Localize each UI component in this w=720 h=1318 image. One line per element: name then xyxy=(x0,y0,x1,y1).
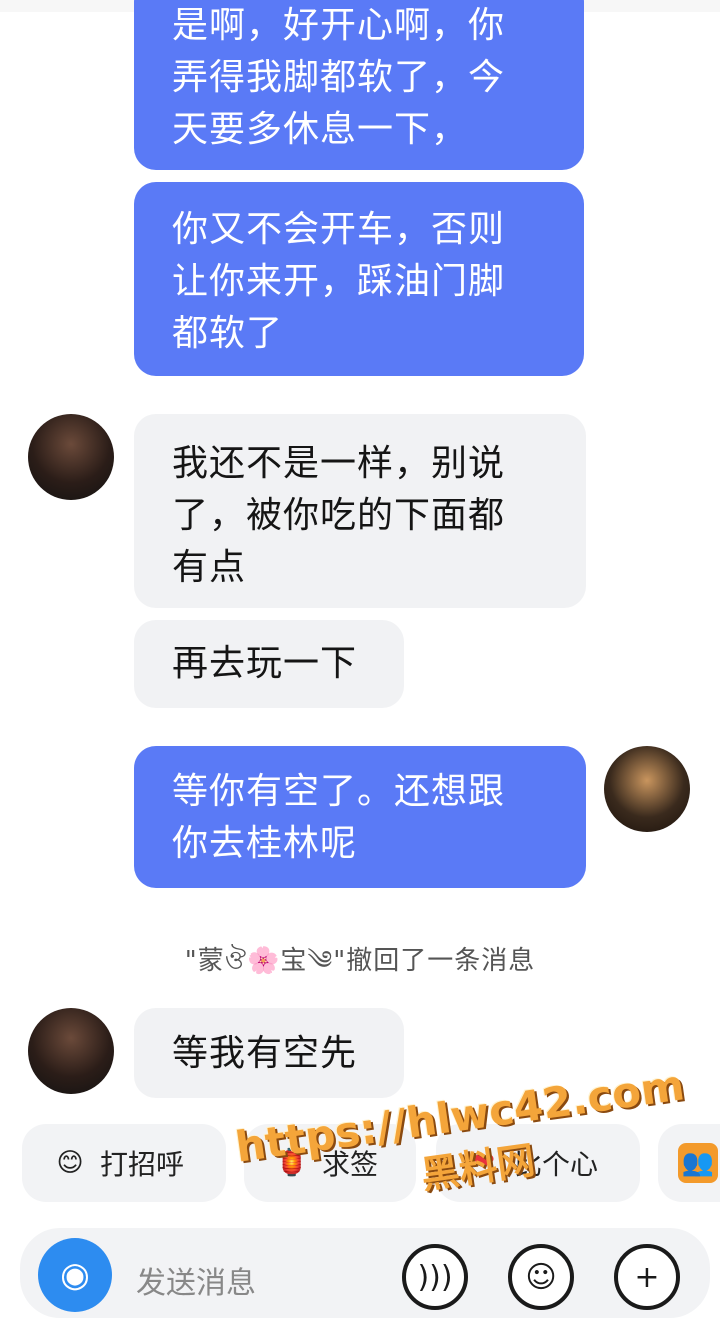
message-line: 有点 xyxy=(172,547,247,588)
message-line: 让你来开，踩油门脚 xyxy=(172,261,506,302)
chip-label: 打招呼 xyxy=(100,1148,185,1181)
message-line: 是啊，好开心啊，你 xyxy=(172,5,506,46)
chip-label: 比个心 xyxy=(514,1148,599,1181)
quick-reply-greet-button[interactable]: 😊 打招呼 xyxy=(22,1124,226,1202)
quick-reply-heart-button[interactable]: ❤ 比个心 xyxy=(436,1124,640,1202)
message-line: 你又不会开车，否则 xyxy=(172,209,506,250)
message-input-bar xyxy=(20,1228,710,1318)
message-line: 都软了 xyxy=(172,313,284,354)
heart-icon: ❤ xyxy=(473,1148,495,1178)
emoji-button[interactable]: ☺ xyxy=(508,1244,574,1310)
quick-reply-fortune-button[interactable]: 🏮 求签 xyxy=(244,1124,416,1202)
emoji-icon: ☺ xyxy=(525,1259,557,1295)
message-line: 你去桂林呢 xyxy=(172,823,358,864)
plus-icon: + xyxy=(634,1259,660,1295)
message-bubble-received[interactable]: 等我有空先 xyxy=(134,1008,404,1098)
message-bubble-sent[interactable]: 等你有空了。还想跟 你去桂林呢 xyxy=(134,746,586,888)
lantern-icon: 🏮 xyxy=(275,1148,309,1178)
recall-notice: "蒙ঔ🌸宝༄"撤回了一条消息 xyxy=(184,946,536,976)
message-line: 弄得我脚都软了，今 xyxy=(172,57,506,98)
own-avatar[interactable] xyxy=(604,746,690,832)
quick-reply-bar: 😊 打招呼 🏮 求签 ❤ 比个心 👥 xyxy=(0,1124,720,1204)
camera-button[interactable]: ◉ xyxy=(38,1238,112,1312)
smile-icon: 😊 xyxy=(56,1148,84,1178)
message-input[interactable]: 发送消息 xyxy=(136,1258,256,1302)
quick-reply-group-button[interactable]: 👥 xyxy=(658,1124,720,1202)
message-line: 天要多休息一下， xyxy=(172,109,469,150)
chip-label: 求签 xyxy=(322,1148,379,1181)
message-bubble-received[interactable]: 再去玩一下 xyxy=(134,620,404,708)
message-bubble-sent[interactable]: 是啊，好开心啊，你 弄得我脚都软了，今 天要多休息一下， xyxy=(134,0,584,170)
contact-avatar[interactable] xyxy=(28,1008,114,1094)
message-line: 我还不是一样，别说 xyxy=(172,443,506,484)
message-line: 等我有空先 xyxy=(172,1033,358,1074)
group-icon: 👥 xyxy=(678,1143,718,1183)
camera-icon: ◉ xyxy=(60,1255,90,1295)
voice-button[interactable]: ))) xyxy=(402,1244,468,1310)
message-bubble-sent[interactable]: 你又不会开车，否则 让你来开，踩油门脚 都软了 xyxy=(134,182,584,376)
message-line: 了，被你吃的下面都 xyxy=(172,495,506,536)
message-bubble-received[interactable]: 我还不是一样，别说 了，被你吃的下面都 有点 xyxy=(134,414,586,608)
message-line: 等你有空了。还想跟 xyxy=(172,771,506,812)
message-line: 再去玩一下 xyxy=(172,643,358,684)
voice-icon: ))) xyxy=(417,1259,453,1295)
contact-avatar[interactable] xyxy=(28,414,114,500)
more-button[interactable]: + xyxy=(614,1244,680,1310)
